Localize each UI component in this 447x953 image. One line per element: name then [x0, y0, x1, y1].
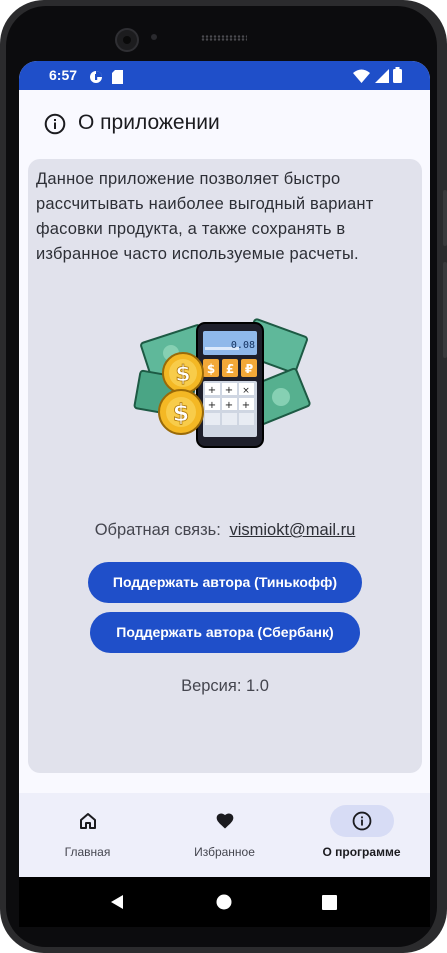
nav-label-home: Главная [64, 845, 111, 859]
nav-icon-container [329, 805, 394, 837]
page-title: О приложении [78, 111, 220, 134]
support-tinkoff-button[interactable]: Поддержать автора (Тинькофф) [88, 562, 362, 603]
app-logo: 0.08 $ £ ₽ + + × + + + $ $ [131, 305, 311, 459]
nav-item-home[interactable]: Главная [19, 793, 156, 877]
battery-icon [393, 67, 402, 87]
heart-icon [216, 813, 233, 829]
svg-text:₽: ₽ [245, 362, 253, 376]
svg-text:+: + [225, 400, 233, 411]
svg-text:$: $ [173, 399, 190, 427]
bottom-navigation: Главная Избранное О программе [19, 793, 430, 877]
app-version: Версия: 1.0 [181, 677, 269, 695]
status-bar: 6:57 [19, 61, 430, 90]
recents-icon[interactable] [322, 895, 337, 910]
wifi-icon [353, 68, 370, 87]
front-camera [115, 28, 139, 52]
nav-item-about[interactable]: О программе [293, 793, 430, 877]
signal-icon [375, 68, 389, 87]
sensor-dot [151, 34, 157, 40]
about-card: Данное приложение позволяет быстро рассч… [28, 159, 422, 773]
info-icon [44, 113, 66, 139]
nav-icon-container [56, 805, 120, 837]
sd-card-icon [112, 69, 123, 88]
nav-item-favorites[interactable]: Избранное [156, 793, 293, 877]
info-icon [352, 811, 371, 831]
svg-text:+: + [208, 385, 216, 396]
feedback-label: Обратная связь: [94, 521, 221, 539]
svg-text:+: + [225, 385, 233, 396]
app-description: Данное приложение позволяет быстро рассч… [36, 170, 374, 263]
svg-text:+: + [242, 400, 250, 411]
feedback-row: Обратная связь: vismiokt@mail.ru [28, 521, 422, 540]
svg-text:£: £ [226, 362, 234, 376]
system-navigation-bar [19, 877, 430, 927]
nav-label-about: О программе [322, 845, 401, 859]
back-icon[interactable] [109, 894, 125, 910]
earpiece-speaker [201, 35, 247, 41]
svg-text:×: × [242, 386, 250, 396]
svg-text:$: $ [175, 362, 190, 387]
support-sber-button[interactable]: Поддержать автора (Сбербанк) [90, 612, 360, 653]
app-screen: 6:57 О приложении Данное приложение позв… [19, 61, 430, 877]
svg-text:$: $ [207, 362, 215, 376]
nav-icon-container [193, 805, 257, 837]
svg-text:+: + [208, 400, 216, 411]
calculator-phone-image: 0.08 $ £ ₽ + + × + + + [196, 322, 264, 448]
status-time: 6:57 [49, 67, 78, 83]
power-button [443, 262, 447, 358]
feedback-email-link[interactable]: vismiokt@mail.ru [229, 521, 355, 539]
app-header: О приложении [19, 90, 430, 158]
nav-label-favorites: Избранное [194, 845, 255, 859]
home-icon [79, 813, 96, 829]
home-button-icon[interactable] [216, 894, 232, 910]
calculator-display: 0.08 [231, 340, 255, 351]
data-saver-icon [89, 69, 103, 88]
volume-button [443, 190, 447, 246]
